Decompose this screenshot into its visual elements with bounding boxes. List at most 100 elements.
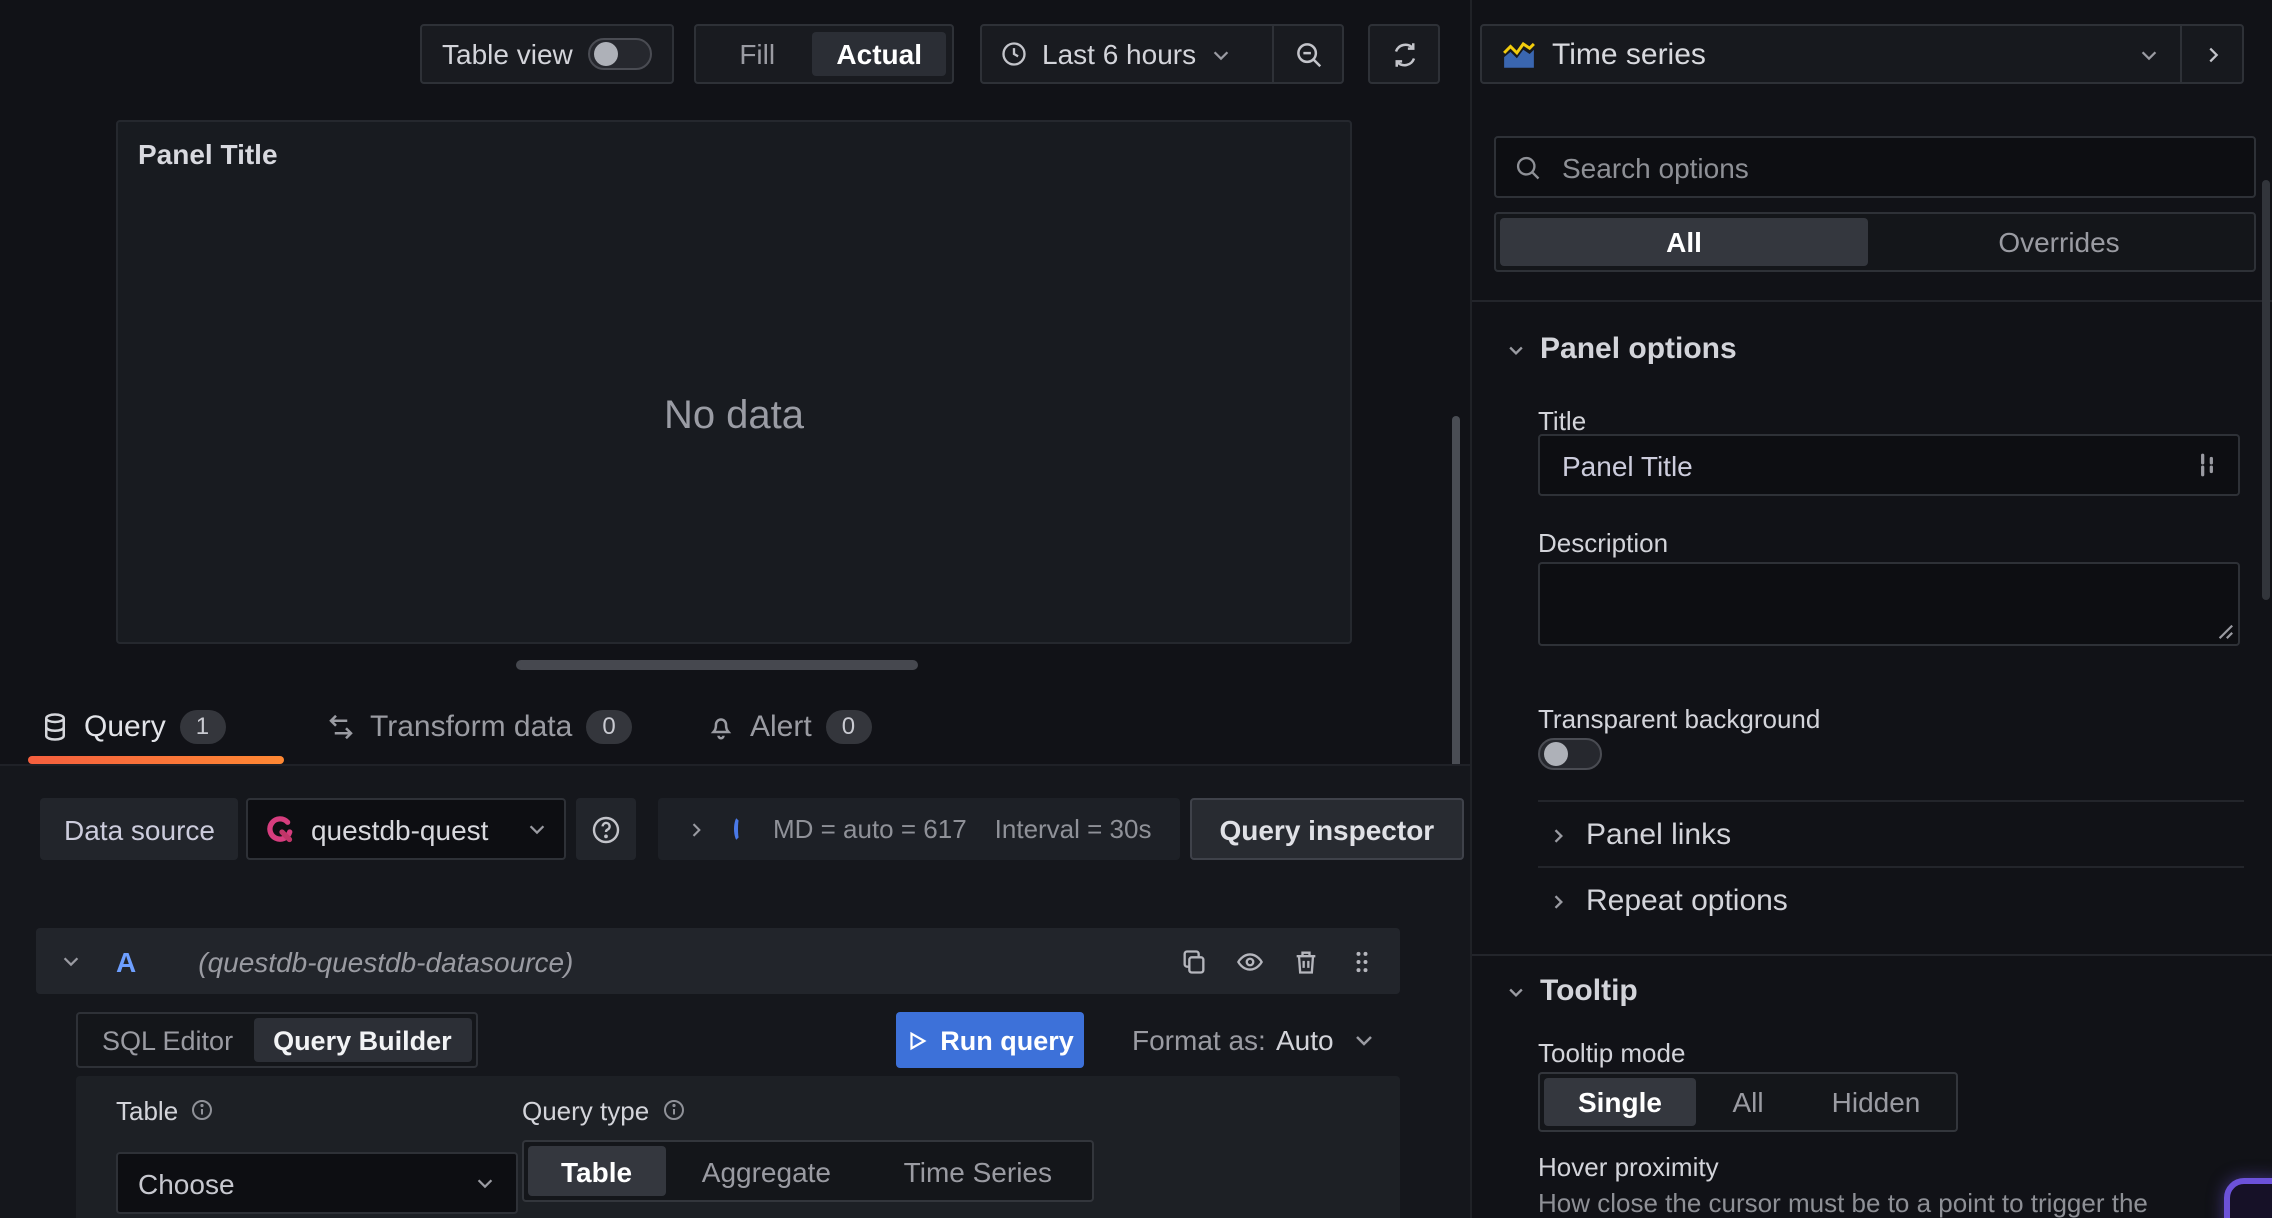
transparent-bg-toggle[interactable] (1538, 738, 1602, 770)
tab-alert-count: 0 (825, 709, 872, 743)
info-circle-icon (190, 1098, 214, 1122)
chevron-down-icon (2138, 43, 2160, 65)
time-range-button[interactable]: Last 6 hours (982, 26, 1272, 82)
resize-grip-icon[interactable] (2216, 622, 2234, 640)
query-type-label-text: Query type (522, 1095, 650, 1125)
tooltip-mode-all[interactable]: All (1696, 1078, 1800, 1126)
tab-query-label: Query (84, 709, 166, 743)
horizontal-scrollbar[interactable] (516, 660, 918, 670)
angle-right-icon (687, 819, 707, 839)
tab-alert[interactable]: Alert 0 (706, 696, 872, 756)
query-row-actions (1180, 947, 1376, 975)
options-filter-tabs: All Overrides (1494, 212, 2256, 272)
max-data-points-summary: MD = auto = 617 (772, 814, 967, 844)
table-view-control[interactable]: Table view (420, 24, 674, 84)
format-as-value[interactable]: Auto (1276, 1024, 1334, 1056)
query-datasource-hint: (questdb-questdb-datasource) (198, 945, 574, 977)
query-row-header[interactable]: A (questdb-questdb-datasource) (36, 928, 1400, 994)
chevron-down-icon (1210, 43, 1232, 65)
tooltip-header-label: Tooltip (1540, 974, 1638, 1008)
hide-response-eye-icon[interactable] (1236, 947, 1264, 975)
actual-option[interactable]: Actual (812, 32, 946, 76)
datasource-bar: Data source questdb-quest MD = auto = 61… (40, 798, 1465, 860)
divider (1538, 800, 2244, 802)
tooltip-header[interactable]: Tooltip (1506, 974, 1638, 1008)
query-inspector-button[interactable]: Query inspector (1189, 798, 1465, 860)
time-range-label: Last 6 hours (1042, 38, 1197, 70)
fill-option[interactable]: Fill (702, 32, 812, 76)
chevron-down-icon (474, 1172, 496, 1194)
chevron-down-icon[interactable] (1352, 1028, 1376, 1052)
help-bubble-fragment[interactable] (2224, 1178, 2272, 1218)
chevron-down-icon (527, 818, 549, 840)
options-scrollbar[interactable] (2262, 180, 2270, 600)
query-type-field: Query type Table Aggregate Time Series (522, 1092, 1094, 1202)
duplicate-query-icon[interactable] (1180, 947, 1208, 975)
toggle-knob (1544, 742, 1568, 766)
suggestions-icon[interactable] (2194, 452, 2220, 478)
angle-right-icon (2201, 43, 2223, 65)
tooltip-mode-single[interactable]: Single (1544, 1078, 1696, 1126)
query-options-summary[interactable]: MD = auto = 617 Interval = 30s (658, 798, 1180, 860)
query-ref-id: A (116, 945, 137, 977)
description-field-label: Description (1538, 528, 1669, 558)
tab-alert-label: Alert (750, 709, 812, 743)
filter-tab-overrides[interactable]: Overrides (1868, 218, 2250, 266)
filter-tab-all[interactable]: All (1500, 218, 1868, 266)
table-view-label: Table view (442, 38, 573, 70)
drag-handle-icon[interactable] (1348, 947, 1376, 975)
datasource-help-button[interactable] (576, 798, 637, 860)
tab-query[interactable]: Query 1 (40, 696, 226, 756)
panel-preview: Panel Title No data (116, 120, 1352, 644)
divider (1538, 866, 2244, 868)
table-view-toggle[interactable] (588, 38, 652, 70)
info-circle-icon (661, 1098, 685, 1122)
datasource-picker[interactable]: questdb-quest (246, 798, 567, 860)
panel-preview-title: Panel Title (138, 138, 278, 170)
description-textarea[interactable] (1538, 562, 2240, 646)
datasource-label: Data source (40, 798, 239, 860)
clock-icon (1000, 40, 1028, 68)
panel-links-section[interactable]: Panel links (1548, 818, 1731, 852)
time-range-picker: Last 6 hours (980, 24, 1344, 84)
panel-title-input[interactable] (1558, 447, 2194, 483)
query-type-aggregate[interactable]: Aggregate (665, 1146, 868, 1196)
tab-transform-count: 0 (586, 709, 632, 743)
fill-actual-switch: Fill Actual (694, 24, 954, 84)
divider (1472, 954, 2272, 956)
questdb-logo-icon (265, 813, 297, 845)
chevron-down-icon (1506, 981, 1526, 1001)
transform-icon (326, 711, 356, 741)
tab-transform-data[interactable]: Transform data 0 (326, 696, 632, 756)
query-builder-option[interactable]: Query Builder (253, 1018, 472, 1062)
table-select[interactable]: Choose (116, 1152, 518, 1214)
query-type-table[interactable]: Table (528, 1146, 666, 1196)
chevron-down-icon[interactable] (60, 950, 82, 972)
panel-options-header[interactable]: Panel options (1506, 332, 1737, 366)
transparent-bg-label: Transparent background (1538, 704, 1821, 734)
format-as-label: Format as: (1132, 1024, 1266, 1056)
table-field-label: Table (116, 1092, 214, 1128)
grafana-panel-editor: Table view Fill Actual Last 6 hours Pane… (0, 0, 2272, 1218)
angle-right-icon (1548, 891, 1568, 911)
query-type-time-series[interactable]: Time Series (868, 1146, 1088, 1196)
tooltip-mode-hidden[interactable]: Hidden (1800, 1078, 1952, 1126)
sql-editor-option[interactable]: SQL Editor (82, 1018, 253, 1062)
table-select-value: Choose (138, 1167, 235, 1199)
no-data-message: No data (663, 394, 805, 438)
collapse-pane-button[interactable] (2180, 26, 2242, 82)
visualization-picker-button[interactable]: Time series (1482, 26, 2180, 82)
angle-right-icon (1548, 825, 1568, 845)
run-query-button[interactable]: Run query (896, 1012, 1084, 1068)
refresh-button[interactable] (1368, 24, 1440, 84)
query-editor-toolbar: SQL Editor Query Builder Run query Forma… (36, 1012, 1400, 1068)
refresh-icon (1389, 39, 1419, 69)
query-type-switch: Table Aggregate Time Series (522, 1140, 1094, 1202)
tab-query-count: 1 (179, 709, 226, 743)
zoom-out-icon (1293, 39, 1323, 69)
panel-options-header-label: Panel options (1540, 332, 1737, 366)
delete-query-trash-icon[interactable] (1292, 947, 1320, 975)
options-search-input[interactable] (1558, 149, 2236, 185)
zoom-out-button[interactable] (1274, 26, 1342, 82)
repeat-options-section[interactable]: Repeat options (1548, 884, 1788, 918)
